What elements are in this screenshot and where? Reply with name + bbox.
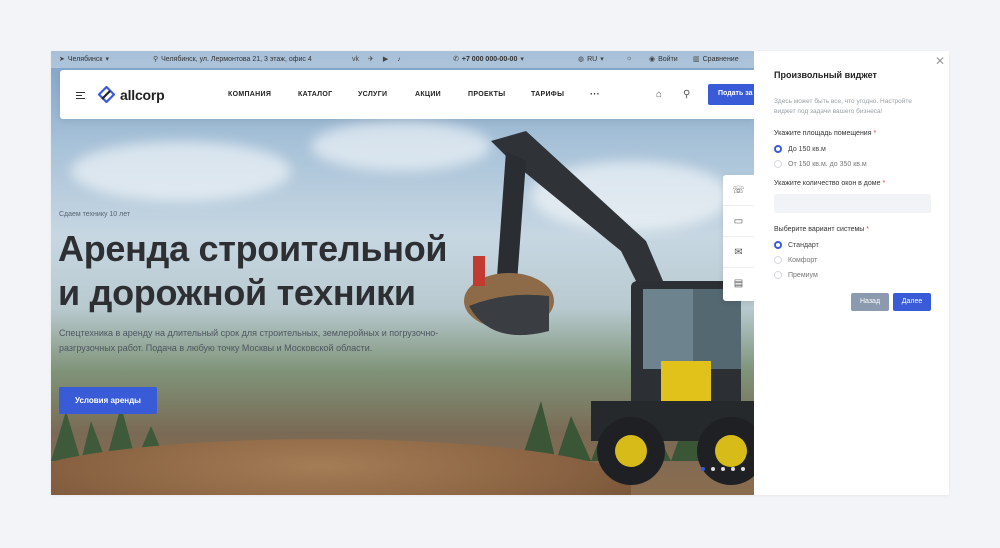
nav-item-company[interactable]: КОМПАНИЯ — [228, 91, 271, 98]
close-icon[interactable]: ✕ — [935, 54, 945, 68]
sun-icon: ☼ — [626, 55, 633, 62]
slider-dot[interactable] — [741, 467, 745, 471]
login-link[interactable]: ◉ Войти — [649, 55, 678, 64]
logo[interactable]: allcorp — [98, 86, 165, 103]
next-button[interactable]: Далее — [893, 293, 931, 311]
chevron-down-icon: ▾ — [105, 56, 109, 63]
radio-label: Комфорт — [788, 256, 818, 264]
system-question-label: Выберите вариант системы * — [774, 226, 869, 233]
phone-icon: ✆ — [453, 56, 459, 63]
city-selector[interactable]: ➤ Челябинск ▾ — [59, 55, 109, 64]
slider-dot[interactable] — [701, 467, 705, 471]
mail-icon[interactable]: ✉ — [723, 237, 754, 268]
compare-link[interactable]: ▥ Сравнение — [693, 55, 739, 64]
compare-label: Сравнение — [702, 55, 739, 63]
nav-item-catalog[interactable]: КАТАЛОГ — [298, 91, 332, 98]
tiktok-icon[interactable]: ♪ — [397, 56, 401, 63]
windows-question-text: Укажите количество окон в доме — [774, 180, 881, 187]
hero-title-line-2: и дорожной техники — [58, 272, 416, 313]
search-icon[interactable]: ⚲ — [683, 89, 690, 100]
area-question-label: Укажите площадь помещения * — [774, 130, 876, 137]
main-header: allcorp КОМПАНИЯ КАТАЛОГ УСЛУГИ АКЦИИ ПР… — [60, 70, 754, 119]
login-label: Войти — [658, 55, 678, 63]
chevron-down-icon: ▾ — [600, 56, 604, 63]
widget-panel: ✕ Произвольный виджет Здесь может быть в… — [754, 51, 949, 495]
radio-button[interactable] — [774, 160, 782, 168]
address-text: Челябинск, ул. Лермонтова 21, 3 этаж, оф… — [161, 55, 312, 63]
rental-terms-button[interactable]: Условия аренды — [59, 387, 157, 414]
radio-area-up-to-150[interactable]: До 150 кв.м — [774, 145, 826, 153]
widget-title: Произвольный виджет — [774, 70, 877, 80]
slider-dot[interactable] — [731, 467, 735, 471]
theme-toggle[interactable]: ☼ — [626, 55, 632, 62]
chart-icon: ▥ — [693, 56, 700, 63]
nav-item-tariffs[interactable]: ТАРИФЫ — [531, 91, 564, 98]
slider-dot[interactable] — [711, 467, 715, 471]
radio-button-checked[interactable] — [774, 241, 782, 249]
slider-dot[interactable] — [721, 467, 725, 471]
radio-button-checked[interactable] — [774, 145, 782, 153]
pin-icon: ⚲ — [153, 56, 159, 63]
radio-label: Стандарт — [788, 241, 819, 249]
radio-button[interactable] — [774, 271, 782, 279]
back-button[interactable]: Назад — [851, 293, 889, 311]
cloud — [71, 141, 291, 201]
widget-description: Здесь может быть все, что угодно. Настро… — [774, 98, 912, 115]
radio-area-150-350[interactable]: От 150 кв.м. до 350 кв.м — [774, 160, 867, 168]
document-icon[interactable]: ▤ — [723, 268, 754, 299]
language-label: RU — [587, 55, 598, 63]
language-selector[interactable]: ◍ RU ▾ — [578, 55, 604, 64]
required-mark: * — [882, 180, 886, 187]
nav-item-services[interactable]: УСЛУГИ — [358, 91, 387, 98]
logo-text: allcorp — [120, 86, 165, 103]
nav-more[interactable]: ··· — [590, 89, 600, 99]
chat-icon[interactable]: ▭ — [723, 206, 754, 237]
vk-icon[interactable]: vk — [352, 56, 359, 63]
location-arrow-icon: ➤ — [59, 56, 65, 63]
required-mark: * — [866, 226, 870, 233]
hero-subtitle: Сдаем технику 10 лет — [59, 211, 131, 218]
hero-title-line-1: Аренда строительной — [58, 228, 448, 269]
request-button[interactable]: Подать за — [708, 84, 754, 105]
website: ➤ Челябинск ▾ ⚲ Челябинск, ул. Лермонтов… — [51, 51, 754, 495]
required-mark: * — [873, 130, 877, 137]
top-bar: ➤ Челябинск ▾ ⚲ Челябинск, ул. Лермонтов… — [51, 51, 754, 68]
radio-label: От 150 кв.м. до 350 кв.м — [788, 160, 867, 168]
radio-button[interactable] — [774, 256, 782, 264]
hero-description: Спецтехника в аренду на длительный срок … — [59, 328, 439, 353]
nav-item-promotions[interactable]: АКЦИИ — [415, 91, 441, 98]
phone-number: +7 000 000-00-00 — [461, 55, 518, 63]
hero-title: Аренда строительной и дорожной техники — [58, 227, 448, 315]
chevron-down-icon: ▾ — [520, 56, 524, 63]
windows-question-label: Укажите количество окон в доме * — [774, 180, 885, 187]
radio-system-comfort[interactable]: Комфорт — [774, 256, 817, 264]
excavator-image — [464, 131, 754, 485]
menu-icon[interactable] — [76, 92, 85, 99]
telegram-icon[interactable]: ✈ — [368, 55, 374, 63]
page-frame: ➤ Челябинск ▾ ⚲ Челябинск, ул. Лермонтов… — [51, 51, 949, 495]
city-label: Челябинск — [67, 55, 103, 63]
radio-system-standard[interactable]: Стандарт — [774, 241, 819, 249]
radio-system-premium[interactable]: Премиум — [774, 271, 818, 279]
social-links: vk ✈ ▶ ♪ — [352, 55, 401, 64]
youtube-icon[interactable]: ▶ — [383, 55, 388, 63]
glasses-icon[interactable]: ⌂ — [656, 89, 662, 100]
radio-label: Премиум — [788, 271, 818, 279]
user-icon: ◉ — [649, 56, 656, 63]
slider-pagination — [701, 467, 745, 471]
callback-icon[interactable]: ☏ — [723, 175, 754, 206]
side-toolbar: ☏ ▭ ✉ ▤ — [723, 175, 754, 301]
radio-label: До 150 кв.м — [788, 145, 826, 153]
address: ⚲ Челябинск, ул. Лермонтова 21, 3 этаж, … — [153, 55, 312, 64]
phone-selector[interactable]: ✆ +7 000 000-00-00 ▾ — [453, 55, 524, 64]
system-question-text: Выберите вариант системы — [774, 226, 865, 233]
windows-count-input[interactable] — [774, 194, 931, 213]
area-question-text: Укажите площадь помещения — [774, 130, 872, 137]
nav-item-projects[interactable]: ПРОЕКТЫ — [468, 91, 505, 98]
globe-icon: ◍ — [578, 56, 585, 63]
logo-icon — [98, 86, 115, 103]
